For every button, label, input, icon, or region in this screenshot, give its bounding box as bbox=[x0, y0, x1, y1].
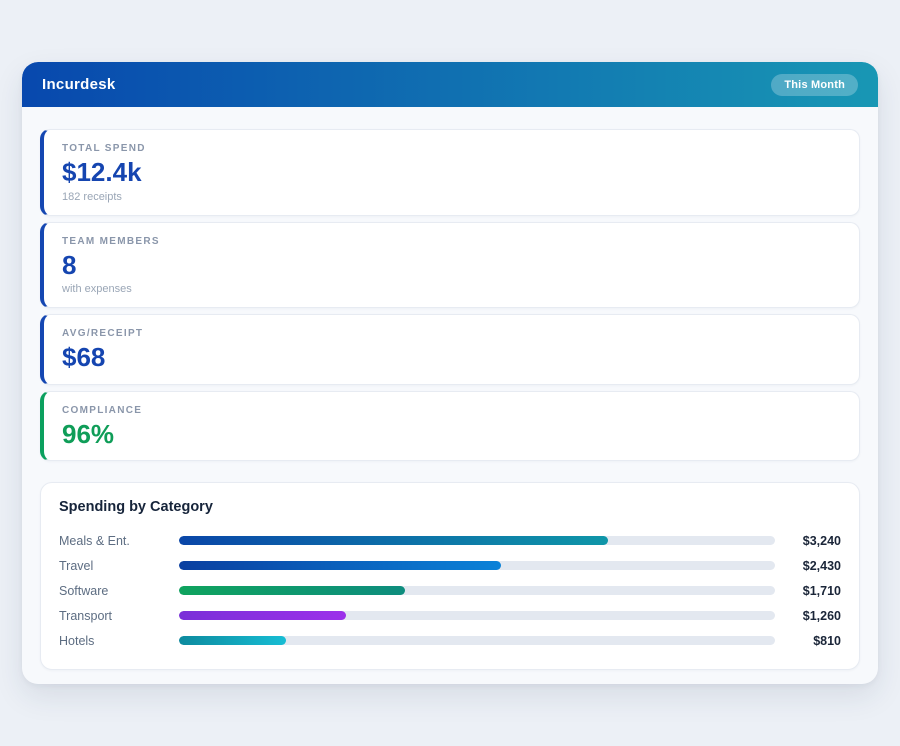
category-bar-track bbox=[179, 586, 775, 595]
category-value: $810 bbox=[775, 634, 841, 648]
app-header: Incurdesk This Month bbox=[22, 62, 878, 107]
category-bar-fill bbox=[179, 586, 405, 595]
page-background: { "header": { "title": "Incurdesk", "bad… bbox=[0, 0, 900, 746]
category-row: Transport $1,260 bbox=[59, 603, 841, 628]
panel-title: Spending by Category bbox=[59, 499, 841, 515]
category-value: $3,240 bbox=[775, 534, 841, 548]
period-badge[interactable]: This Month bbox=[771, 74, 858, 96]
category-bar-fill bbox=[179, 611, 346, 620]
category-value: $2,430 bbox=[775, 559, 841, 573]
category-label: Transport bbox=[59, 609, 179, 623]
category-row: Travel $2,430 bbox=[59, 553, 841, 578]
category-label: Travel bbox=[59, 559, 179, 573]
category-row: Software $1,710 bbox=[59, 578, 841, 603]
stat-label: COMPLIANCE bbox=[62, 405, 841, 416]
category-label: Hotels bbox=[59, 634, 179, 648]
stat-value: $68 bbox=[62, 343, 841, 372]
category-value: $1,260 bbox=[775, 609, 841, 623]
category-bar-fill bbox=[179, 536, 608, 545]
category-label: Software bbox=[59, 584, 179, 598]
stat-card-compliance: COMPLIANCE 96% bbox=[40, 391, 860, 462]
dashboard-card: Incurdesk This Month TOTAL SPEND $12.4k … bbox=[22, 62, 878, 684]
stat-card-avg-receipt: AVG/RECEIPT $68 bbox=[40, 314, 860, 385]
stat-label: TOTAL SPEND bbox=[62, 143, 841, 154]
category-row: Meals & Ent. $3,240 bbox=[59, 528, 841, 553]
category-bar-track bbox=[179, 561, 775, 570]
category-bar-track bbox=[179, 536, 775, 545]
stat-card-total-spend: TOTAL SPEND $12.4k 182 receipts bbox=[40, 129, 860, 216]
category-bar-track bbox=[179, 636, 775, 645]
stat-value: 96% bbox=[62, 420, 841, 449]
category-row: Hotels $810 bbox=[59, 628, 841, 653]
spending-by-category-panel: Spending by Category Meals & Ent. $3,240… bbox=[40, 482, 860, 670]
app-title: Incurdesk bbox=[42, 76, 116, 93]
category-bar-fill bbox=[179, 636, 286, 645]
category-bar-fill bbox=[179, 561, 501, 570]
stat-label: TEAM MEMBERS bbox=[62, 236, 841, 247]
category-label: Meals & Ent. bbox=[59, 534, 179, 548]
stat-label: AVG/RECEIPT bbox=[62, 328, 841, 339]
stat-value: $12.4k bbox=[62, 158, 841, 187]
category-bar-track bbox=[179, 611, 775, 620]
stat-value: 8 bbox=[62, 251, 841, 280]
category-value: $1,710 bbox=[775, 584, 841, 598]
dashboard-body: TOTAL SPEND $12.4k 182 receipts TEAM MEM… bbox=[22, 107, 878, 670]
stat-card-team-members: TEAM MEMBERS 8 with expenses bbox=[40, 222, 860, 309]
stat-subtext: with expenses bbox=[62, 283, 841, 295]
stat-subtext: 182 receipts bbox=[62, 191, 841, 203]
